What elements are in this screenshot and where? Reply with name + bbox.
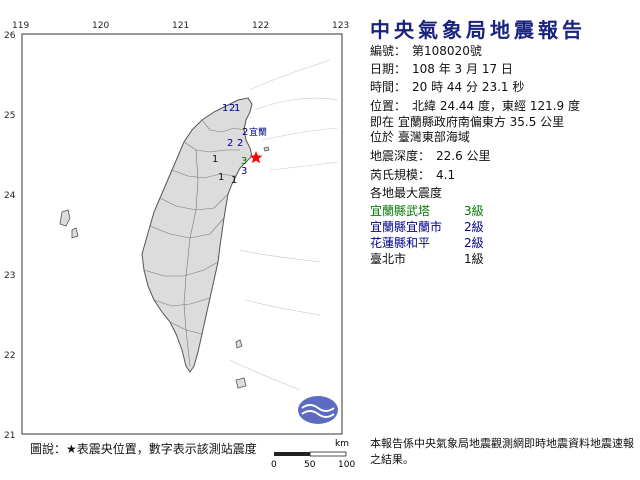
report-number-row: 編號： 第108020號 xyxy=(370,42,482,59)
orchid-island xyxy=(235,377,247,389)
lat-tick: 26 xyxy=(4,31,16,41)
lat-ticks: 26 25 24 23 22 21 xyxy=(4,31,16,441)
legend-text: 圖說：★表震央位置，數字表示該測站震度 xyxy=(30,442,257,456)
map-legend: 圖說：★表震央位置，數字表示該測站震度 xyxy=(30,440,257,457)
station-mark: 1 xyxy=(234,103,240,114)
taiwan-island xyxy=(141,97,253,373)
station-name: 宜蘭縣宜蘭市 xyxy=(370,220,443,234)
penghu-islands xyxy=(59,209,71,227)
number-value: 第108020號 xyxy=(412,44,482,58)
scale-label: 100 xyxy=(338,460,355,470)
scale-label: 50 xyxy=(304,460,316,470)
depth-label: 地震深度： xyxy=(370,149,431,163)
date-label: 日期： xyxy=(370,62,407,76)
magnitude-label: 芮氏規模： xyxy=(370,168,431,182)
penghu-islet xyxy=(71,227,79,239)
station-mark: 2 xyxy=(242,127,248,138)
report-magnitude-row: 芮氏規模： 4.1 xyxy=(370,166,455,183)
cwb-logo xyxy=(298,396,338,424)
time-label: 時間： xyxy=(370,80,407,94)
lon-ticks: 119 120 121 122 123 xyxy=(12,21,349,31)
location-value: 北緯 24.44 度，東經 121.9 度 xyxy=(412,99,580,113)
lon-tick: 123 xyxy=(332,21,349,31)
report-depth-row: 地震深度： 22.6 公里 xyxy=(370,147,491,164)
magnitude-value: 4.1 xyxy=(436,168,456,182)
report-location-row: 位置： 北緯 24.44 度，東經 121.9 度 xyxy=(370,97,580,114)
time-value: 20 時 44 分 23.1 秒 xyxy=(412,80,525,94)
station-mark: 1 xyxy=(212,154,218,165)
lat-tick: 24 xyxy=(4,191,16,201)
map-panel: 119 120 121 122 123 26 25 24 23 22 21 1 … xyxy=(0,0,360,480)
station-mark: 3 xyxy=(241,166,247,177)
station-mark: 1 xyxy=(222,103,228,114)
station-mark: 2 xyxy=(237,138,243,149)
station-mark: 2 xyxy=(227,138,233,149)
location-label: 位置： xyxy=(370,99,407,113)
station-level: 1級 xyxy=(464,252,484,266)
report-location-line3: 位於 臺灣東部海域 xyxy=(370,130,470,144)
station-name: 臺北市 xyxy=(370,252,407,266)
station-level: 2級 xyxy=(464,236,484,250)
report-footer: 本報告係中央氣象局地震觀測網即時地震資料地震速報之結果。 xyxy=(370,437,634,466)
lat-tick: 21 xyxy=(4,431,15,441)
number-label: 編號： xyxy=(370,44,407,58)
depth-value: 22.6 公里 xyxy=(436,149,491,163)
station-level: 3級 xyxy=(464,204,484,218)
lat-tick: 23 xyxy=(4,271,15,281)
station-name: 宜蘭縣武塔 xyxy=(370,204,431,218)
lon-tick: 121 xyxy=(172,21,189,31)
report-time-row: 時間： 20 時 44 分 23.1 秒 xyxy=(370,78,524,95)
scale-bar: km 0 50 100 xyxy=(271,439,355,470)
date-value: 108 年 3 月 17 日 xyxy=(412,62,513,76)
lat-tick: 22 xyxy=(4,351,15,361)
intensity-heading: 各地最大震度 xyxy=(370,186,443,200)
green-island xyxy=(235,339,243,349)
scale-label: 0 xyxy=(271,460,277,470)
scale-segment-light xyxy=(309,451,347,457)
lon-tick: 119 xyxy=(12,21,29,31)
station-level: 2級 xyxy=(464,220,484,234)
turtle-island xyxy=(263,146,270,152)
scale-segment-dark xyxy=(274,452,310,456)
lat-tick: 25 xyxy=(4,111,15,121)
lon-tick: 122 xyxy=(252,21,269,31)
report-date-row: 日期： 108 年 3 月 17 日 xyxy=(370,60,513,77)
station-name: 花蓮縣和平 xyxy=(370,236,431,250)
lon-tick: 120 xyxy=(92,21,109,31)
taiwan-map: 119 120 121 122 123 26 25 24 23 22 21 1 … xyxy=(4,21,355,470)
report-panel: 中央氣象局地震報告 編號： 第108020號 日期： 108 年 3 月 17 日 … xyxy=(368,0,640,480)
station-mark: 1 xyxy=(218,172,224,183)
scale-unit: km xyxy=(335,439,349,449)
station-mark: 宜蘭 xyxy=(249,126,267,138)
report-title: 中央氣象局地震報告 xyxy=(370,18,586,42)
station-mark: 1 xyxy=(231,175,237,186)
